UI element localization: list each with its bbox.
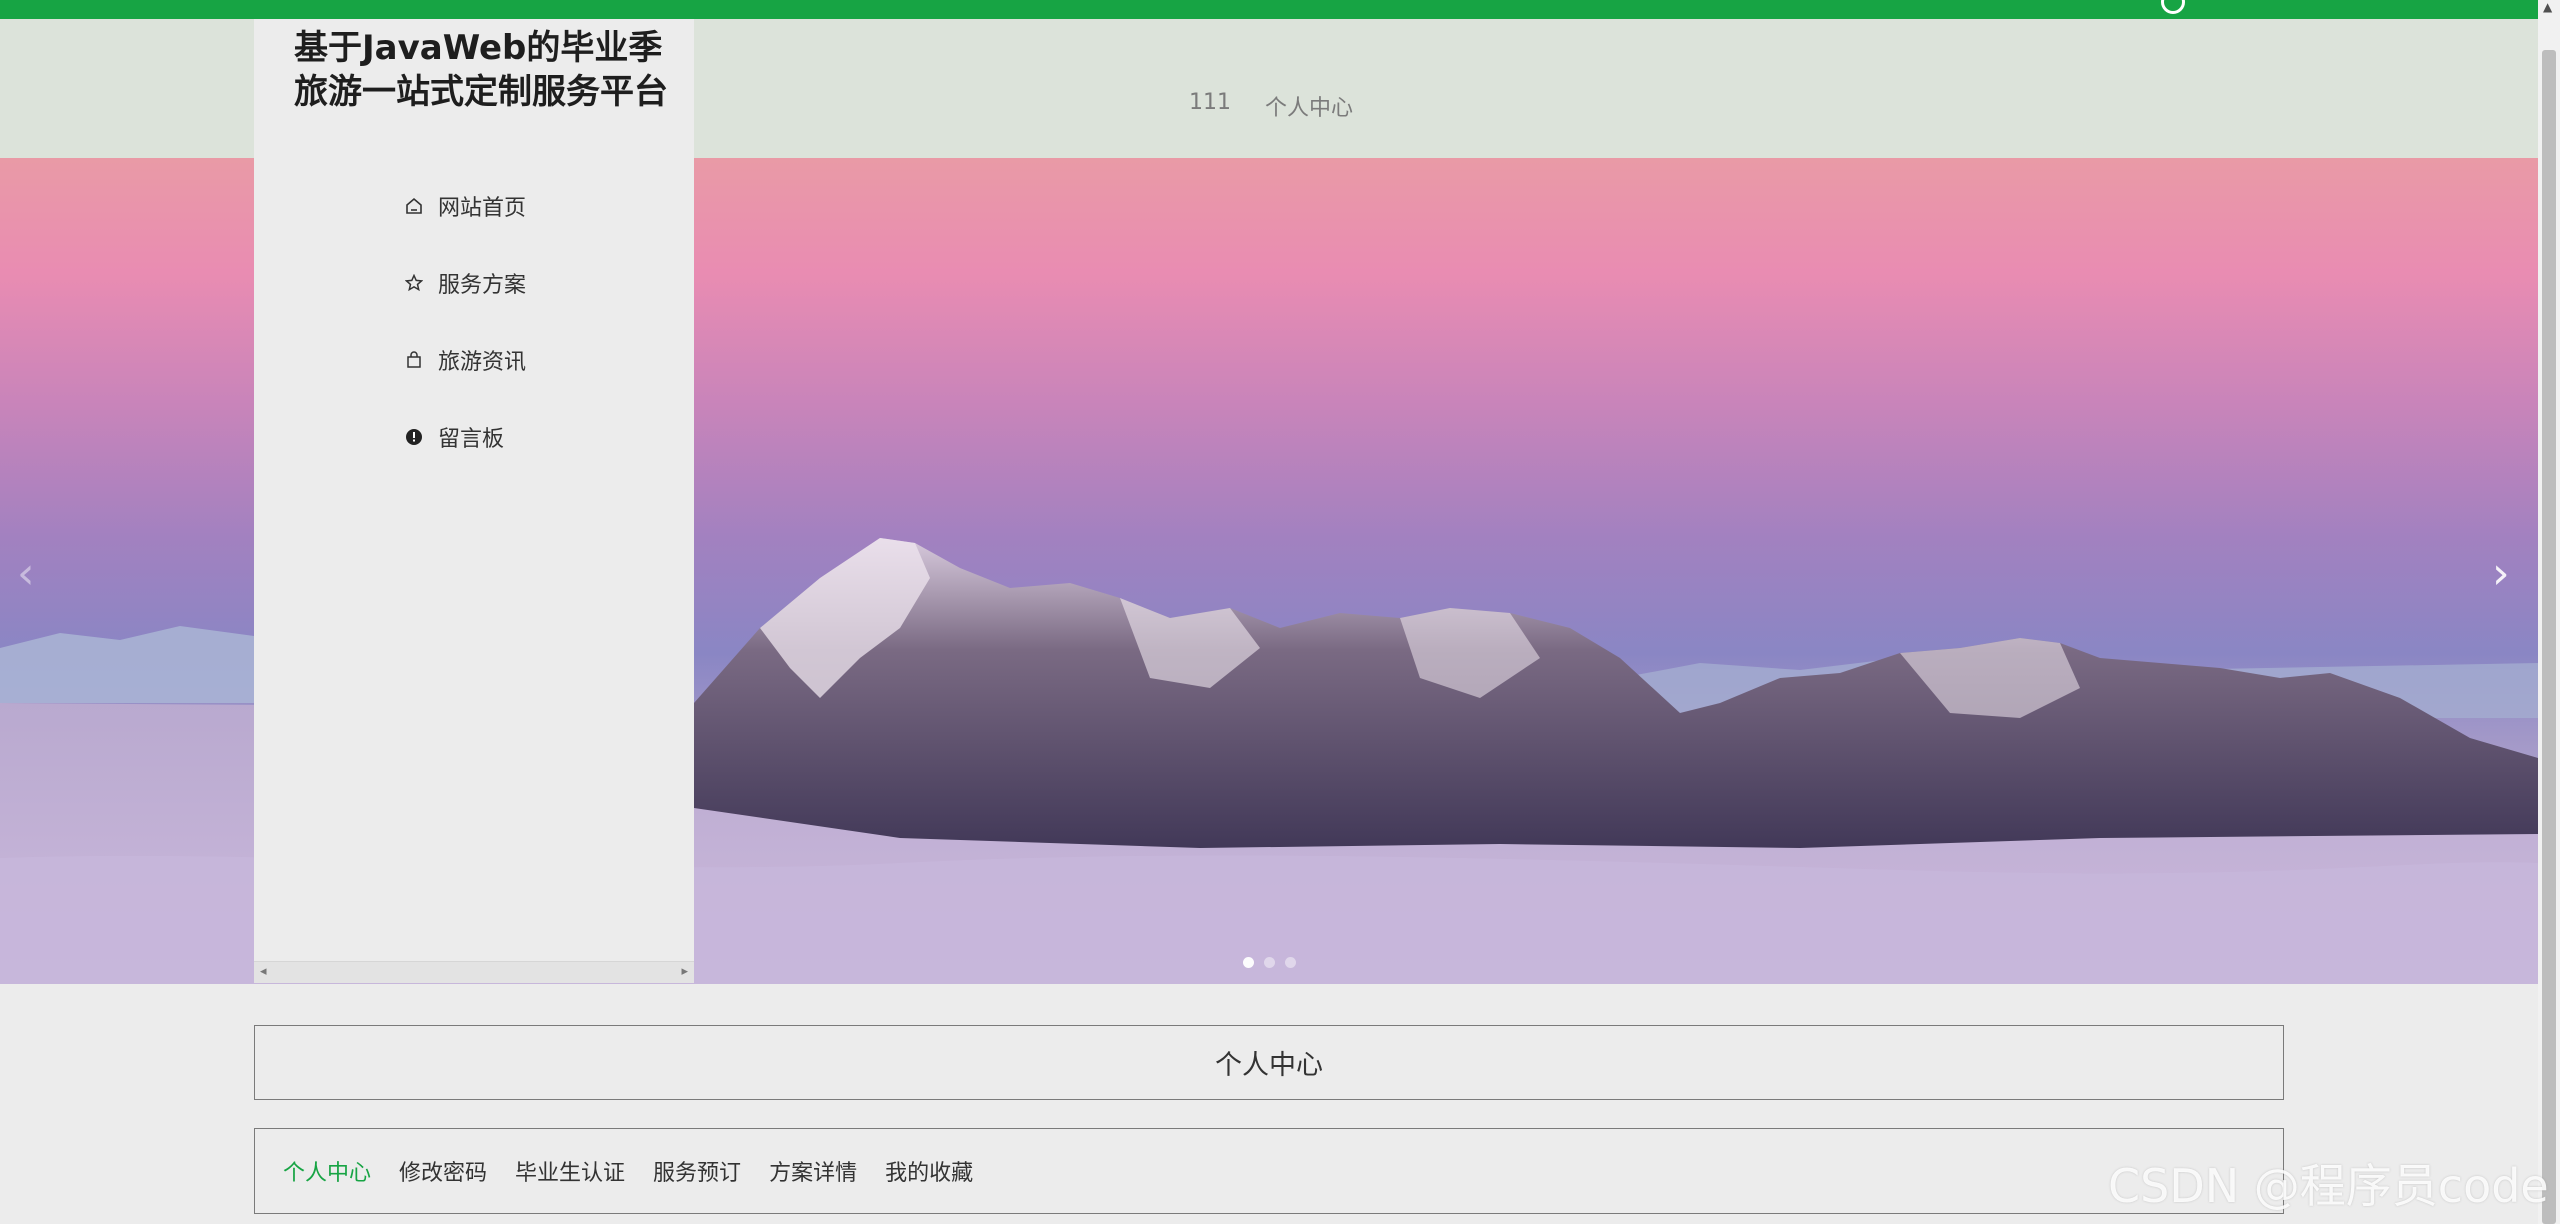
tab-personal-center[interactable]: 个人中心: [283, 1155, 371, 1187]
page-title: 个人中心: [1215, 1050, 1323, 1081]
star-icon: [404, 273, 424, 293]
carousel-dots: [1243, 957, 1296, 968]
sidebar-nav: 网站首页 服务方案 旅游资讯 留言板: [404, 167, 526, 475]
header-links: 111 个人中心: [1189, 90, 1353, 122]
scroll-up-icon[interactable]: ▲: [2543, 0, 2552, 14]
tab-change-password[interactable]: 修改密码: [399, 1155, 487, 1187]
sidebar-item-label: 旅游资讯: [438, 349, 527, 375]
scrollbar-thumb[interactable]: [2542, 50, 2556, 1224]
carousel-next-button[interactable]: ›: [2492, 548, 2510, 599]
personal-center-tabs: 个人中心 修改密码 毕业生认证 服务预订 方案详情 我的收藏: [254, 1128, 2284, 1214]
sidebar: 基于JavaWeb的毕业季旅游一站式定制服务平台 网站首页 服务方案 旅游资讯 …: [254, 19, 694, 983]
sidebar-item-travel-news[interactable]: 旅游资讯: [404, 321, 526, 398]
tab-my-favorites[interactable]: 我的收藏: [885, 1155, 973, 1187]
personal-center-heading: 个人中心: [254, 1025, 2284, 1100]
home-icon: [404, 196, 424, 216]
header-link-user[interactable]: 111: [1189, 90, 1231, 122]
watermark: CSDN @程序员code: [2108, 1159, 2549, 1213]
top-strip: [0, 0, 2560, 19]
carousel-dot[interactable]: [1285, 957, 1296, 968]
carousel-dot[interactable]: [1243, 957, 1254, 968]
scroll-right-icon[interactable]: ▸: [681, 964, 688, 979]
user-circle-icon[interactable]: [2161, 0, 2185, 14]
page-vertical-scrollbar[interactable]: ▲: [2538, 0, 2560, 1224]
scroll-left-icon[interactable]: ◂: [260, 964, 267, 979]
sidebar-item-home[interactable]: 网站首页: [404, 167, 526, 244]
tab-plan-details[interactable]: 方案详情: [769, 1155, 857, 1187]
header-link-personal-center[interactable]: 个人中心: [1265, 90, 1353, 122]
carousel-dot[interactable]: [1264, 957, 1275, 968]
sidebar-item-message-board[interactable]: 留言板: [404, 398, 526, 475]
alert-icon: [404, 427, 424, 447]
sidebar-item-label: 服务方案: [438, 272, 527, 298]
sidebar-item-label: 网站首页: [438, 195, 527, 221]
sidebar-item-services[interactable]: 服务方案: [404, 244, 526, 321]
site-title: 基于JavaWeb的毕业季旅游一站式定制服务平台: [294, 28, 668, 112]
sidebar-horizontal-scrollbar[interactable]: ◂ ▸: [254, 961, 694, 983]
carousel-prev-button[interactable]: ‹: [17, 548, 35, 599]
sidebar-item-label: 留言板: [438, 426, 505, 452]
bag-icon: [404, 350, 424, 370]
tab-graduate-certification[interactable]: 毕业生认证: [515, 1155, 625, 1187]
tab-service-booking[interactable]: 服务预订: [653, 1155, 741, 1187]
